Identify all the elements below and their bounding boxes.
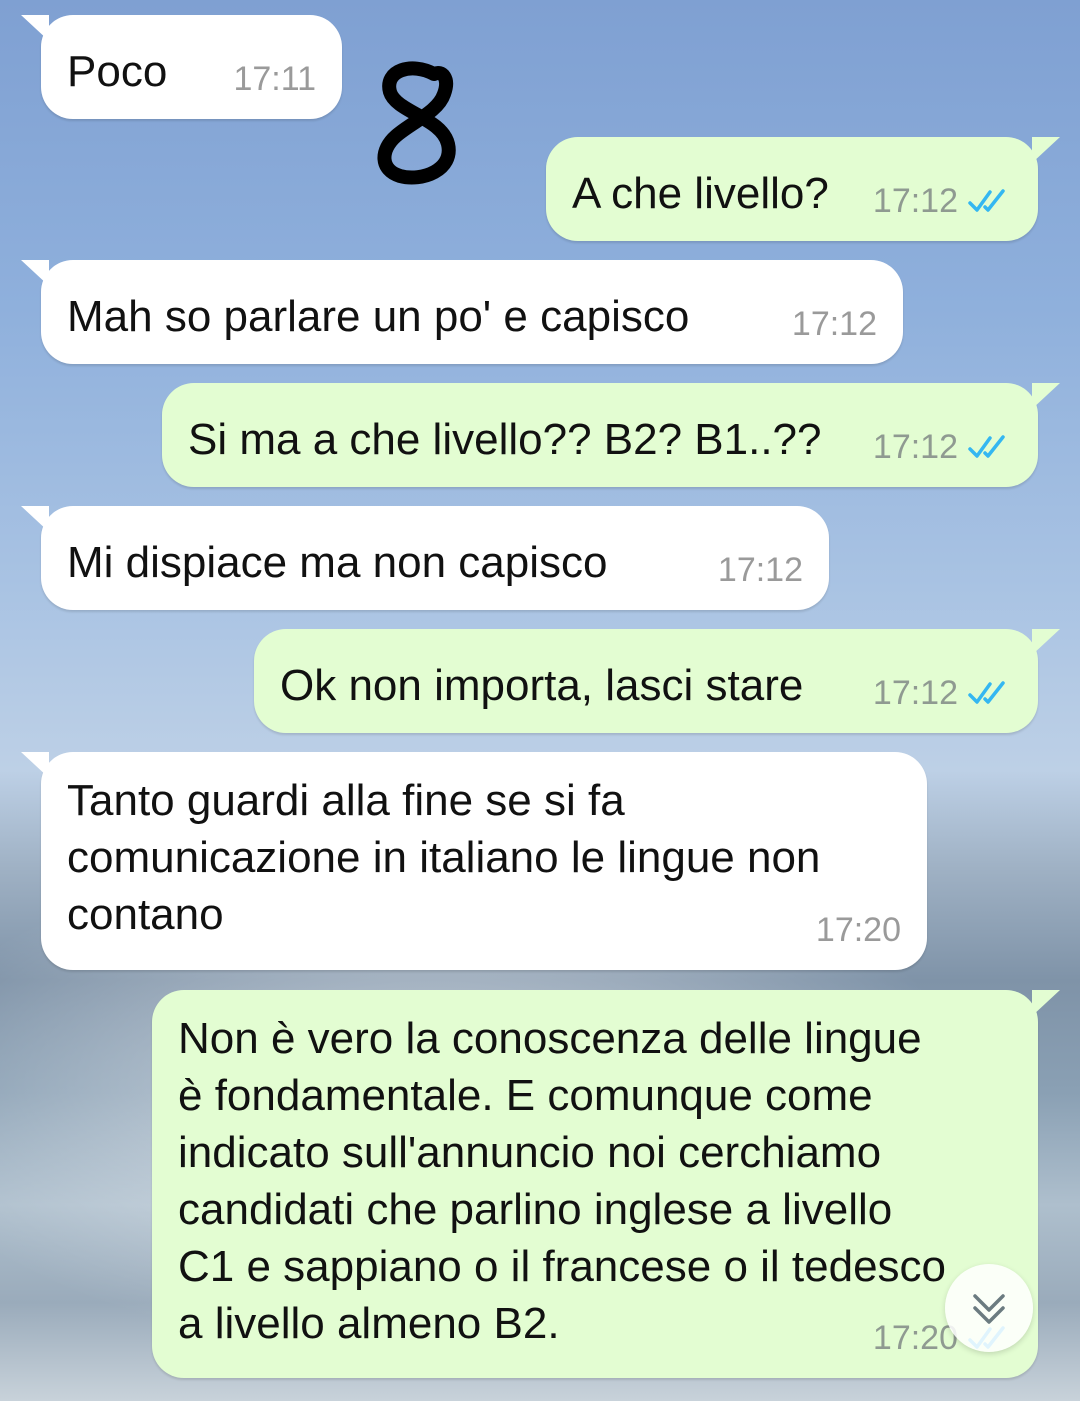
message-time: 17:20 (815, 911, 901, 949)
double-check-icon (968, 435, 1005, 458)
message-time: 17:11 (233, 60, 316, 98)
chevron-double-down-icon (973, 1294, 1005, 1324)
message-bubble-outgoing[interactable]: Ok non importa, lasci stare 17:12 (254, 629, 1060, 733)
message-meta: 17:20 (816, 910, 901, 950)
message-bubble-outgoing[interactable]: Si ma a che livello?? B2? B1..?? 17:12 (162, 383, 1060, 487)
message-time: 17:12 (872, 428, 958, 466)
message-text: A che livello? (572, 169, 829, 218)
message-text: Non è vero la conoscenza delle lingue è … (178, 1014, 947, 1348)
double-check-icon (968, 681, 1005, 704)
message-text: Tanto guardi alla fine se si fa comunica… (67, 776, 821, 939)
message-time: 17:12 (717, 551, 803, 589)
message-text: Poco (67, 47, 168, 96)
message-bubble-incoming[interactable]: Mah so parlare un po' e capisco 17:12 (21, 260, 903, 364)
message-meta: 17:12 (718, 550, 803, 590)
hand-drawn-8-annotation (377, 61, 456, 185)
message-meta: 17:12 (873, 181, 1012, 221)
message-bubble-outgoing[interactable]: A che livello? 17:12 (546, 137, 1060, 241)
message-meta: 17:11 (233, 59, 316, 99)
message-bubble-incoming[interactable]: Tanto guardi alla fine se si fa comunica… (21, 752, 927, 970)
message-text: Si ma a che livello?? B2? B1..?? (188, 415, 822, 464)
message-bubble-incoming[interactable]: Mi dispiace ma non capisco 17:12 (21, 506, 829, 610)
scroll-to-bottom-button[interactable] (945, 1264, 1033, 1352)
message-text: Mah so parlare un po' e capisco (67, 292, 690, 341)
message-text: Ok non importa, lasci stare (280, 661, 804, 710)
message-time: 17:12 (872, 182, 958, 220)
message-meta: 17:12 (792, 304, 877, 344)
message-meta: 17:12 (873, 673, 1012, 713)
message-time: 17:12 (872, 674, 958, 712)
double-check-icon (968, 189, 1005, 212)
message-text: Mi dispiace ma non capisco (67, 538, 608, 587)
message-time: 17:12 (791, 305, 877, 343)
message-time: 17:20 (872, 1319, 958, 1357)
message-bubble-incoming[interactable]: Poco 17:11 (21, 15, 342, 119)
message-meta: 17:12 (873, 427, 1012, 467)
message-bubble-outgoing[interactable]: Non è vero la conoscenza delle lingue è … (152, 990, 1060, 1378)
